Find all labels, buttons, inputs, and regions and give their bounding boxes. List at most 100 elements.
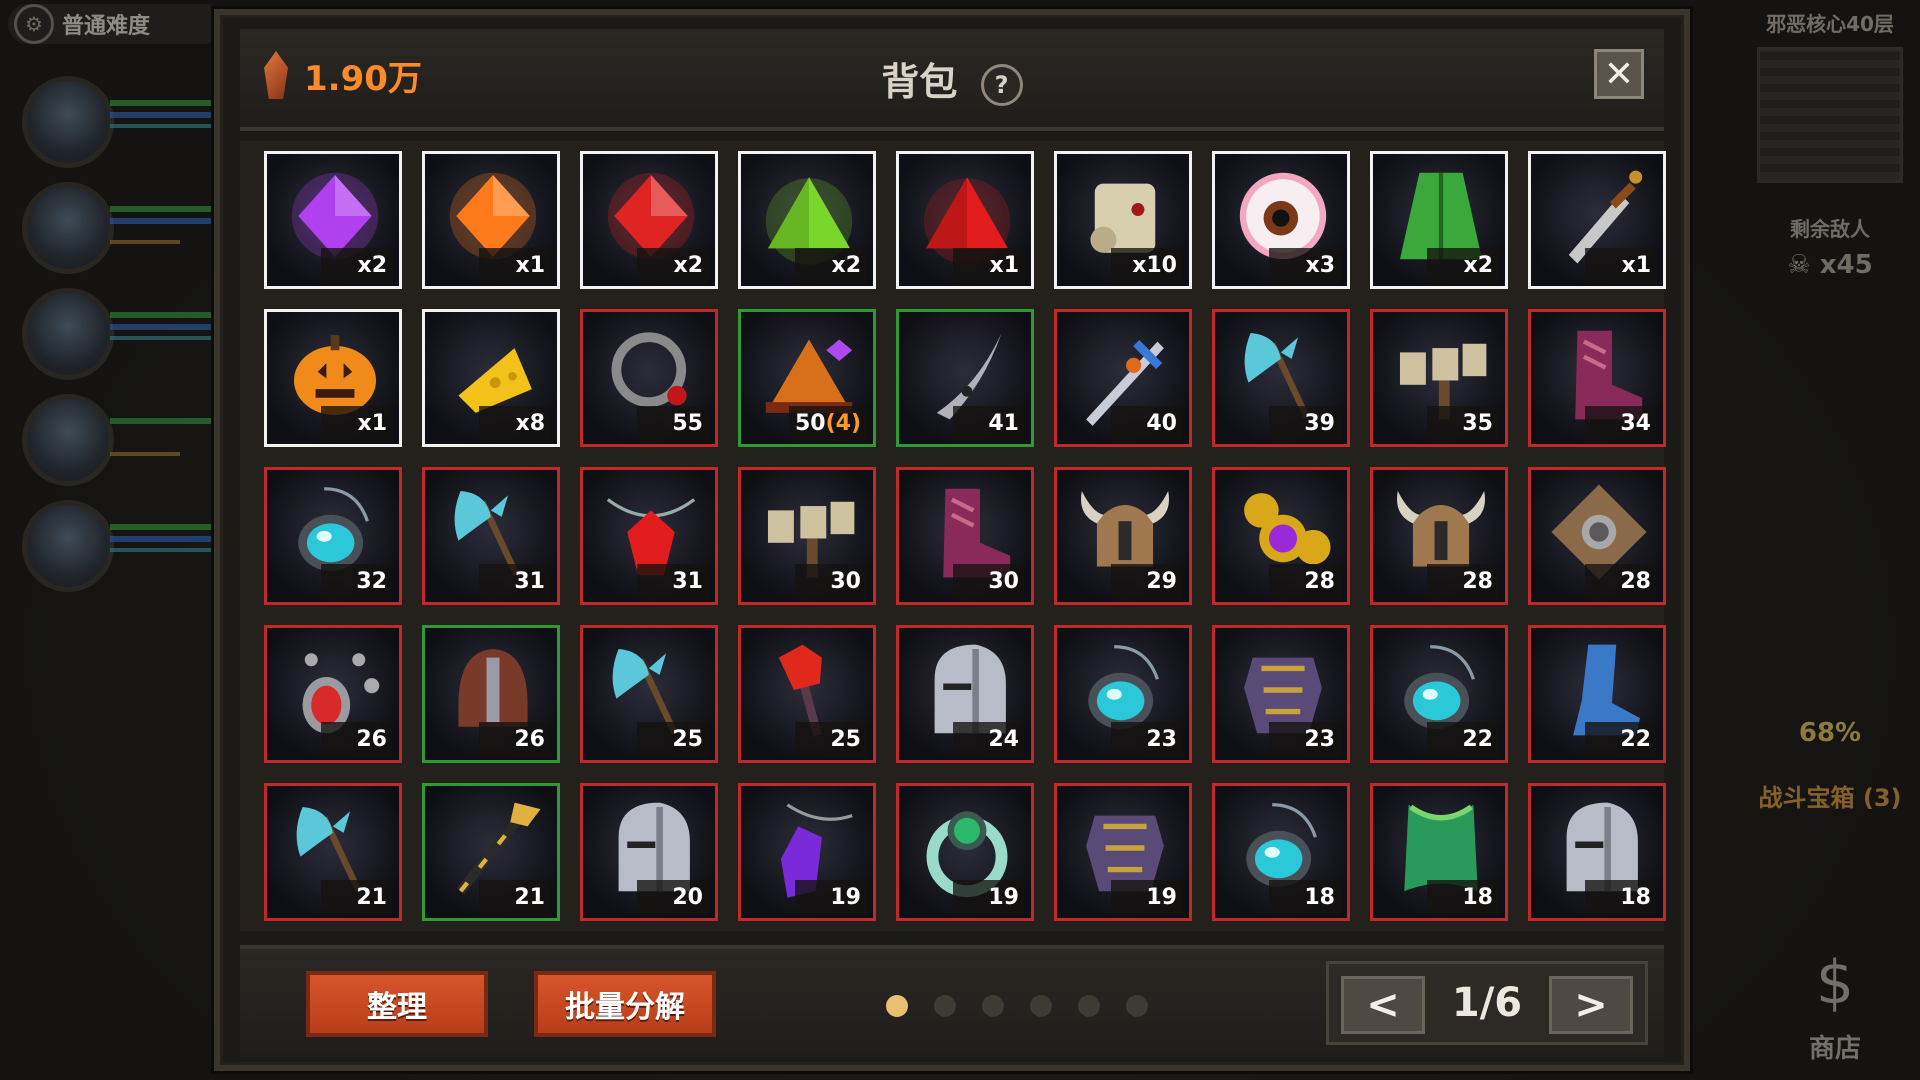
- inventory-slot[interactable]: x2: [580, 151, 718, 289]
- inventory-slot[interactable]: 32: [264, 467, 402, 605]
- inventory-slot[interactable]: x1: [422, 151, 560, 289]
- item-count-value: 41: [988, 411, 1019, 436]
- inventory-slot[interactable]: 26: [422, 625, 560, 763]
- inventory-slot[interactable]: 18: [1528, 783, 1666, 921]
- close-button[interactable]: ✕: [1594, 49, 1644, 99]
- inventory-slot[interactable]: x10: [1054, 151, 1192, 289]
- inventory-slot[interactable]: 21: [422, 783, 560, 921]
- item-count-value: x10: [1132, 253, 1177, 278]
- inventory-slot[interactable]: 28: [1212, 467, 1350, 605]
- item-count-value: 30: [988, 569, 1019, 594]
- item-count-value: 29: [1146, 569, 1177, 594]
- bulk-decompose-button[interactable]: 批量分解: [534, 971, 716, 1037]
- page-dot[interactable]: [1030, 995, 1052, 1017]
- inventory-slot[interactable]: 23: [1212, 625, 1350, 763]
- energy-bar: [110, 548, 220, 552]
- inventory-slot[interactable]: 34: [1528, 309, 1666, 447]
- item-count: x1: [1585, 248, 1657, 284]
- page-dot[interactable]: [934, 995, 956, 1017]
- inventory-slot[interactable]: 19: [1054, 783, 1192, 921]
- inventory-slot[interactable]: 28: [1370, 467, 1508, 605]
- hero-portrait: [22, 500, 114, 592]
- inventory-slot[interactable]: x8: [422, 309, 560, 447]
- item-count-value: x2: [673, 253, 704, 278]
- inventory-slot[interactable]: 31: [580, 467, 718, 605]
- battle-chest[interactable]: 68% 战斗宝箱 (3): [1755, 718, 1905, 813]
- inventory-slot[interactable]: 18: [1370, 783, 1508, 921]
- item-count: 29: [1111, 564, 1183, 600]
- inventory-slot[interactable]: 29: [1054, 467, 1192, 605]
- difficulty-indicator[interactable]: ⚙ 普通难度: [8, 4, 224, 44]
- inventory-slot[interactable]: 35: [1370, 309, 1508, 447]
- item-count-value: x1: [989, 253, 1020, 278]
- hero-slot[interactable]: [10, 284, 220, 390]
- inventory-slot[interactable]: x3: [1212, 151, 1350, 289]
- item-count: 19: [1111, 880, 1183, 916]
- inventory-slot[interactable]: x2: [1370, 151, 1508, 289]
- inventory-slot[interactable]: 18: [1212, 783, 1350, 921]
- item-count: x2: [321, 248, 393, 284]
- inventory-slot[interactable]: x1: [896, 151, 1034, 289]
- inventory-slot[interactable]: 23: [1054, 625, 1192, 763]
- inventory-slot[interactable]: x1: [264, 309, 402, 447]
- item-count-value: 28: [1304, 569, 1335, 594]
- item-count-value: 31: [672, 569, 703, 594]
- inventory-slot[interactable]: 19: [738, 783, 876, 921]
- shop-button[interactable]: $ 商店: [1780, 938, 1890, 1068]
- inventory-slot[interactable]: 25: [580, 625, 718, 763]
- inventory-slot[interactable]: x2: [738, 151, 876, 289]
- minimap[interactable]: [1757, 47, 1903, 183]
- page-dots: [886, 995, 1148, 1017]
- inventory-slot[interactable]: 31: [422, 467, 560, 605]
- inventory-slot[interactable]: 24: [896, 625, 1034, 763]
- item-count-value: 34: [1620, 411, 1651, 436]
- inventory-slot[interactable]: 30: [896, 467, 1034, 605]
- inventory-slot[interactable]: 25: [738, 625, 876, 763]
- item-count: 30: [795, 564, 867, 600]
- inventory-slot[interactable]: 21: [264, 783, 402, 921]
- hero-list: [10, 72, 220, 602]
- hero-slot[interactable]: [10, 72, 220, 178]
- next-page-button[interactable]: >: [1549, 976, 1633, 1034]
- inventory-slot[interactable]: 55: [580, 309, 718, 447]
- pager: < 1/6 >: [1326, 961, 1648, 1045]
- item-count-value: 18: [1620, 885, 1651, 910]
- page-dot[interactable]: [982, 995, 1004, 1017]
- item-count: 24: [953, 722, 1025, 758]
- inventory-slot[interactable]: 41: [896, 309, 1034, 447]
- item-count-value: 22: [1462, 727, 1493, 752]
- inventory-slot[interactable]: x1: [1528, 151, 1666, 289]
- floor-title: 邪恶核心40层: [1766, 12, 1894, 36]
- page-dot[interactable]: [1126, 995, 1148, 1017]
- help-icon[interactable]: ?: [980, 63, 1023, 106]
- inventory-slot[interactable]: x2: [264, 151, 402, 289]
- page-dot[interactable]: [1078, 995, 1100, 1017]
- item-count-value: 19: [1146, 885, 1177, 910]
- hp-bar: [110, 100, 220, 106]
- mp-bar: [110, 112, 220, 118]
- sort-button[interactable]: 整理: [306, 971, 488, 1037]
- inventory-slot[interactable]: 28: [1528, 467, 1666, 605]
- page-dot[interactable]: [886, 995, 908, 1017]
- inventory-slot[interactable]: 22: [1370, 625, 1508, 763]
- item-count-value: 21: [356, 885, 387, 910]
- inventory-slot[interactable]: 39: [1212, 309, 1350, 447]
- inventory-slot[interactable]: 19: [896, 783, 1034, 921]
- item-count: 19: [795, 880, 867, 916]
- inventory-slot[interactable]: 20: [580, 783, 718, 921]
- item-count-value: 25: [830, 727, 861, 752]
- inventory-slot[interactable]: 26: [264, 625, 402, 763]
- inventory-slot[interactable]: 50(4): [738, 309, 876, 447]
- hero-slot[interactable]: [10, 390, 220, 496]
- item-count: 26: [479, 722, 551, 758]
- hero-slot[interactable]: [10, 496, 220, 602]
- inventory-slot[interactable]: 22: [1528, 625, 1666, 763]
- difficulty-label: 普通难度: [62, 14, 151, 39]
- item-count-value: x3: [1305, 253, 1336, 278]
- item-count: 25: [637, 722, 709, 758]
- energy-bar: [110, 240, 180, 244]
- inventory-slot[interactable]: 40: [1054, 309, 1192, 447]
- inventory-slot[interactable]: 30: [738, 467, 876, 605]
- hero-slot[interactable]: [10, 178, 220, 284]
- hp-bar: [110, 418, 220, 424]
